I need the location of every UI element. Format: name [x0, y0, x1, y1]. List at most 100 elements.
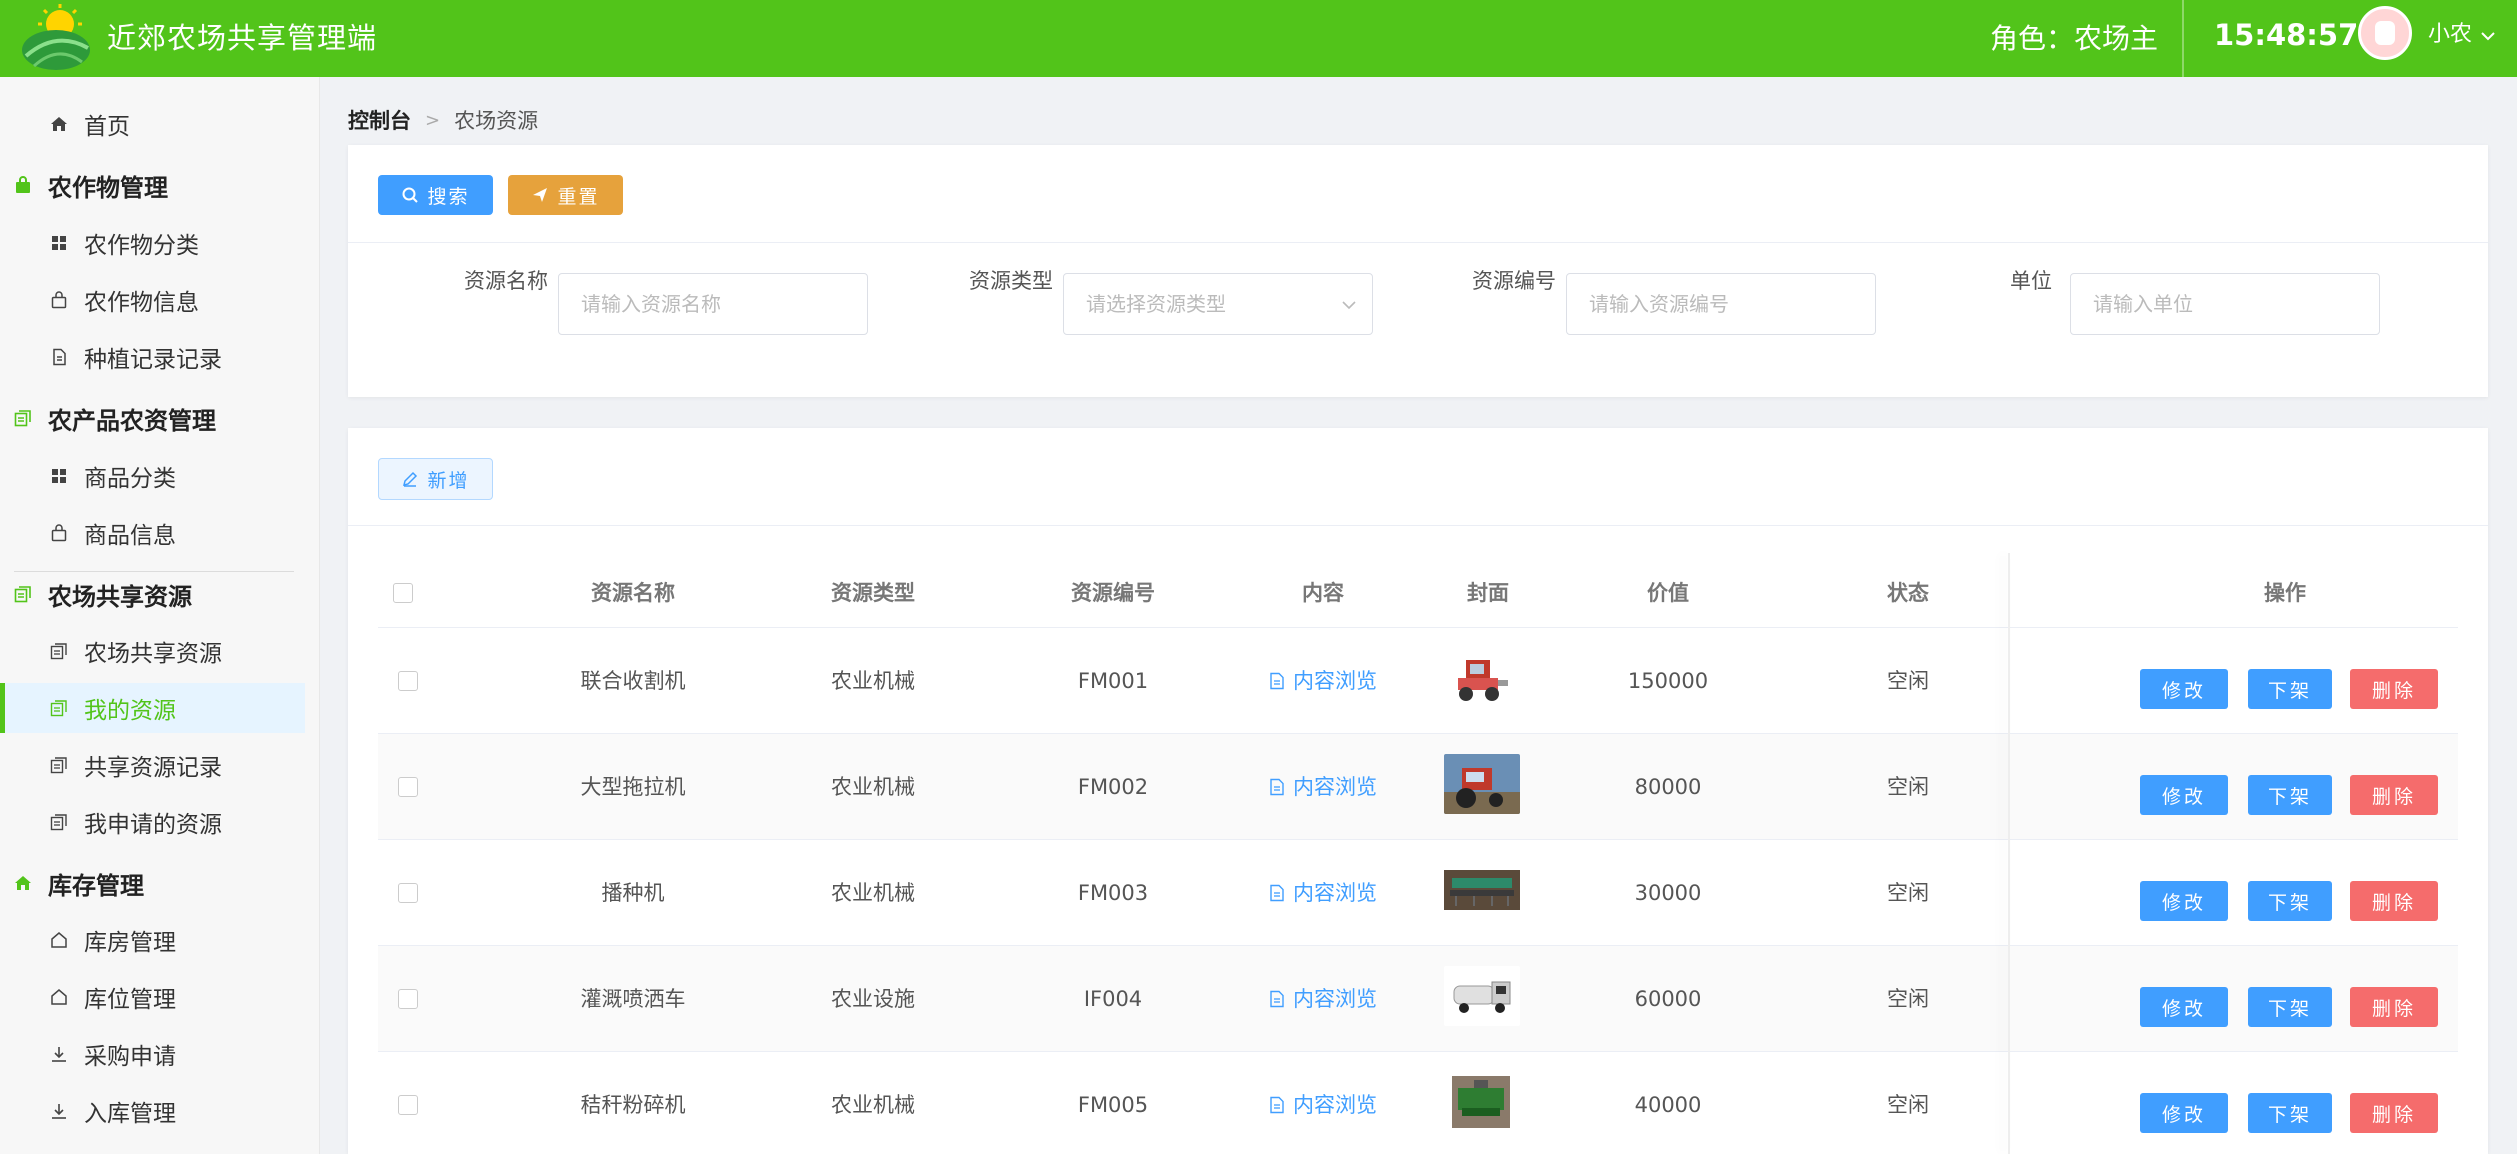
- sidebar-item-0[interactable]: 首页: [0, 99, 305, 149]
- sidebar-item-label: 采购申请: [84, 1044, 176, 1070]
- sprayer-truck-image[interactable]: [1444, 966, 1520, 1026]
- sidebar-item-1[interactable]: 农作物管理: [0, 160, 305, 210]
- resource-name-input[interactable]: 请输入资源名称: [558, 273, 868, 335]
- sidebar-item-13[interactable]: 库存管理: [0, 858, 305, 908]
- sidebar-item-16[interactable]: 采购申请: [0, 1029, 305, 1079]
- chevron-down-icon[interactable]: [2478, 26, 2498, 46]
- delete-button[interactable]: 删除: [2350, 1093, 2438, 1133]
- row-checkbox[interactable]: [398, 989, 418, 1009]
- content-preview-link[interactable]: 内容浏览: [1269, 734, 1377, 840]
- sidebar-item-8[interactable]: 农场共享资源: [0, 569, 305, 619]
- sidebar-item-10[interactable]: 我的资源: [0, 683, 305, 733]
- col-name: 资源名称: [591, 581, 675, 605]
- row-checkbox[interactable]: [398, 1095, 418, 1115]
- content-preview-link[interactable]: 内容浏览: [1269, 840, 1377, 946]
- content-preview-link[interactable]: 内容浏览: [1269, 628, 1377, 734]
- tractor-image[interactable]: [1444, 754, 1520, 814]
- row-checkbox[interactable]: [398, 671, 418, 691]
- resource-code-input[interactable]: 请输入资源编号: [1566, 273, 1876, 335]
- edit-button[interactable]: 修改: [2140, 1093, 2228, 1133]
- sidebar-item-6[interactable]: 商品分类: [0, 451, 305, 501]
- sidebar-item-7[interactable]: 商品信息: [0, 508, 305, 558]
- cell-value: 80000: [1634, 775, 1702, 799]
- edit-button[interactable]: 修改: [2140, 881, 2228, 921]
- reset-button-label: 重置: [557, 185, 600, 208]
- cell-content: 内容浏览: [1198, 1052, 1448, 1154]
- sidebar-item-3[interactable]: 农作物信息: [0, 275, 305, 325]
- home-icon: [12, 872, 34, 894]
- content-preview-link[interactable]: 内容浏览: [1269, 946, 1377, 1052]
- cell-content: 内容浏览: [1198, 734, 1448, 840]
- copy-icon: [12, 407, 34, 429]
- copy-outline-icon: [48, 811, 70, 833]
- cell-type: 农业机械: [831, 775, 915, 799]
- home-icon: [48, 113, 70, 135]
- cell-status: 空闲: [1887, 669, 1929, 693]
- add-button[interactable]: 新增: [378, 458, 493, 500]
- seeder-image[interactable]: [1444, 860, 1520, 920]
- house-outline-icon: [48, 986, 70, 1008]
- select-all-checkbox[interactable]: [393, 583, 413, 603]
- content-preview-link[interactable]: 内容浏览: [1269, 1052, 1377, 1154]
- row-checkbox[interactable]: [398, 883, 418, 903]
- row-checkbox[interactable]: [398, 777, 418, 797]
- sidebar-item-17[interactable]: 入库管理: [0, 1086, 305, 1136]
- sidebar-item-15[interactable]: 库位管理: [0, 972, 305, 1022]
- take-down-button[interactable]: 下架: [2248, 775, 2332, 815]
- field-label-type: 资源类型: [969, 269, 1053, 293]
- take-down-button[interactable]: 下架: [2248, 881, 2332, 921]
- sidebar-item-2[interactable]: 农作物分类: [0, 218, 305, 268]
- breadcrumb-home[interactable]: 控制台: [348, 105, 411, 135]
- app-title: 近郊农场共享管理端: [107, 21, 378, 55]
- search-toolbar: 搜索 重置: [348, 145, 2488, 243]
- cell-value: 40000: [1634, 1093, 1702, 1117]
- delete-button[interactable]: 删除: [2350, 987, 2438, 1027]
- search-button-label: 搜索: [427, 185, 470, 208]
- breadcrumb: 控制台 > 农场资源: [348, 104, 538, 136]
- delete-button[interactable]: 删除: [2350, 881, 2438, 921]
- document-icon: [48, 346, 70, 368]
- resource-type-placeholder: 请选择资源类型: [1086, 292, 1226, 316]
- sidebar-item-4[interactable]: 种植记录记录: [0, 332, 305, 382]
- sidebar-item-12[interactable]: 我申请的资源: [0, 797, 305, 847]
- document-icon: [1270, 990, 1284, 1008]
- avatar[interactable]: [2358, 6, 2412, 60]
- download-icon: [48, 1043, 70, 1065]
- take-down-button[interactable]: 下架: [2248, 987, 2332, 1027]
- straw-crusher-image[interactable]: [1444, 1072, 1520, 1132]
- sidebar-item-label: 入库管理: [84, 1101, 176, 1127]
- field-label-code: 资源编号: [1472, 269, 1556, 293]
- user-name[interactable]: 小农: [2428, 0, 2472, 70]
- table-panel: 新增 资源名称 资源类型 资源编号 内容 封面 价值 状态 操作 联合收割机 农…: [348, 428, 2488, 1154]
- unit-input[interactable]: 请输入单位: [2070, 273, 2380, 335]
- content-preview-label: 内容浏览: [1293, 881, 1377, 905]
- take-down-button[interactable]: 下架: [2248, 669, 2332, 709]
- take-down-button[interactable]: 下架: [2248, 1093, 2332, 1133]
- sidebar-item-9[interactable]: 农场共享资源: [0, 626, 305, 676]
- search-button[interactable]: 搜索: [378, 175, 493, 215]
- resource-type-select[interactable]: 请选择资源类型: [1063, 273, 1373, 335]
- table-row: 秸秆粉碎机 农业机械 FM005 内容浏览 40000 空闲 修改 下架 删除: [378, 1052, 2458, 1154]
- reset-button[interactable]: 重置: [508, 175, 623, 215]
- content-preview-label: 内容浏览: [1293, 987, 1377, 1011]
- edit-icon: [403, 471, 418, 487]
- delete-button[interactable]: 删除: [2350, 669, 2438, 709]
- edit-button[interactable]: 修改: [2140, 775, 2228, 815]
- sidebar-item-14[interactable]: 库房管理: [0, 915, 305, 965]
- field-label-name: 资源名称: [464, 269, 548, 293]
- edit-button[interactable]: 修改: [2140, 987, 2228, 1027]
- edit-button[interactable]: 修改: [2140, 669, 2228, 709]
- cell-status: 空闲: [1887, 987, 1929, 1011]
- cell-value: 30000: [1634, 881, 1702, 905]
- col-actions: 操作: [2264, 581, 2306, 605]
- content-preview-label: 内容浏览: [1293, 669, 1377, 693]
- sidebar-item-label: 农场共享资源: [84, 641, 222, 667]
- cell-name: 灌溉喷洒车: [580, 987, 686, 1011]
- harvester-image[interactable]: [1444, 648, 1520, 708]
- sidebar-item-11[interactable]: 共享资源记录: [0, 740, 305, 790]
- delete-button[interactable]: 删除: [2350, 775, 2438, 815]
- sidebar-item-label: 农作物管理: [48, 173, 168, 202]
- field-label-unit: 单位: [2010, 269, 2052, 293]
- sidebar-item-5[interactable]: 农产品农资管理: [0, 393, 305, 443]
- document-icon: [1270, 1096, 1284, 1114]
